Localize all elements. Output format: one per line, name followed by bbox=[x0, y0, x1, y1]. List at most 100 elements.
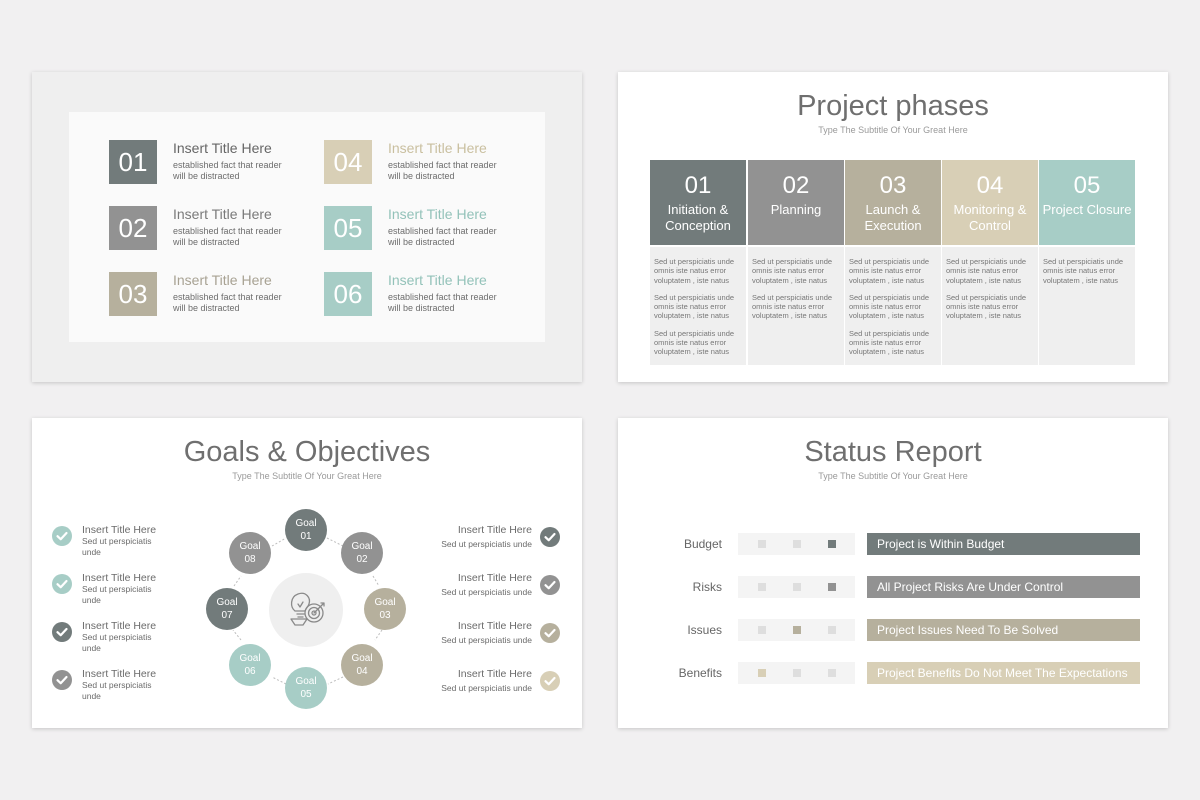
phase-label: Initiation & Conception bbox=[665, 202, 731, 233]
status-indicator-track bbox=[738, 619, 855, 641]
phase-number: 04 bbox=[976, 172, 1004, 199]
item-title: Insert Title Here bbox=[388, 140, 487, 156]
status-indicator-track bbox=[738, 533, 855, 555]
item-desc: established fact that reader will be dis… bbox=[388, 160, 497, 181]
goal-node-03[interactable]: Goal 03 bbox=[364, 588, 406, 630]
goal-node-07[interactable]: Goal 07 bbox=[206, 588, 248, 630]
slide-goals-objectives[interactable]: Goals & Objectives Type The Subtitle Of … bbox=[32, 418, 582, 728]
phase-body-03: Sed ut perspiciatis unde omnis iste natu… bbox=[845, 247, 941, 365]
item-title: Insert Title Here bbox=[173, 206, 272, 222]
goal-node-01[interactable]: Goal 01 bbox=[285, 509, 327, 551]
goal-node-04[interactable]: Goal 04 bbox=[341, 644, 383, 686]
goal-node-06[interactable]: Goal 06 bbox=[229, 644, 271, 686]
phase-number: 02 bbox=[782, 172, 810, 199]
phase-text: Sed ut perspiciatis unde omnis iste natu… bbox=[752, 292, 833, 321]
phase-text: Sed ut perspiciatis unde omnis iste natu… bbox=[849, 328, 930, 357]
phase-text: Sed ut perspiciatis unde omnis iste natu… bbox=[654, 257, 735, 285]
goal-node-02[interactable]: Goal 02 bbox=[341, 532, 383, 574]
phase-header-01[interactable]: 01 Initiation & Conception bbox=[650, 160, 746, 245]
status-bar: Project is Within Budget bbox=[867, 533, 1140, 555]
status-dot bbox=[758, 540, 766, 548]
slide-title: Project phases bbox=[797, 90, 989, 122]
goal-node-08[interactable]: Goal 08 bbox=[229, 532, 271, 574]
item-desc: established fact that reader will be dis… bbox=[173, 160, 282, 181]
phase-text: Sed ut perspiciatis unde omnis iste natu… bbox=[752, 257, 833, 285]
status-dot bbox=[828, 626, 836, 634]
phase-text: Sed ut perspiciatis unde omnis iste natu… bbox=[654, 328, 735, 357]
status-row-risks[interactable]: Risks All Project Risks Are Under Contro… bbox=[618, 576, 1168, 598]
phase-body-04: Sed ut perspiciatis unde omnis iste natu… bbox=[942, 247, 1038, 365]
phase-label: Planning bbox=[770, 202, 822, 217]
phase-header-04[interactable]: 04 Monitoring & Control bbox=[942, 160, 1038, 245]
status-dot bbox=[793, 669, 801, 677]
goal-number: 06 bbox=[244, 666, 256, 677]
status-dot-active bbox=[758, 669, 766, 677]
goal-number: 04 bbox=[356, 666, 368, 677]
numbered-list-card: 01 Insert Title Here established fact th… bbox=[69, 112, 545, 342]
status-dot-active bbox=[793, 626, 801, 634]
phase-header-02[interactable]: 02 Planning bbox=[748, 160, 844, 245]
status-dot bbox=[793, 540, 801, 548]
phase-text: Sed ut perspiciatis unde omnis iste natu… bbox=[946, 257, 1027, 285]
phase-header-03[interactable]: 03 Launch & Execution bbox=[845, 160, 941, 245]
status-dot bbox=[828, 669, 836, 677]
status-bar: All Project Risks Are Under Control bbox=[867, 576, 1140, 598]
slide-numbered-list[interactable]: 01 Insert Title Here established fact th… bbox=[32, 72, 582, 382]
status-bar: Project Issues Need To Be Solved bbox=[867, 619, 1140, 641]
phase-body-01: Sed ut perspiciatis unde omnis iste natu… bbox=[650, 247, 746, 365]
status-dot-active bbox=[828, 540, 836, 548]
lightbulb-target-icon bbox=[290, 592, 325, 626]
goal-number: 05 bbox=[300, 689, 312, 700]
status-dot bbox=[758, 626, 766, 634]
number-badge: 06 bbox=[324, 272, 372, 316]
item-desc: established fact that reader will be dis… bbox=[388, 292, 497, 313]
slide-title: Status Report bbox=[804, 436, 982, 468]
goal-number: 07 bbox=[221, 610, 233, 621]
phase-label: Monitoring & Control bbox=[953, 202, 1027, 233]
status-label: Risks bbox=[692, 580, 722, 594]
phase-text: Sed ut perspiciatis unde omnis iste natu… bbox=[946, 292, 1027, 321]
slide-status-report[interactable]: Status Report Type The Subtitle Of Your … bbox=[618, 418, 1168, 728]
status-row-budget[interactable]: Budget Project is Within Budget bbox=[618, 533, 1168, 555]
status-row-benefits[interactable]: Benefits Project Benefits Do Not Meet Th… bbox=[618, 662, 1168, 684]
number-badge: 02 bbox=[109, 206, 157, 250]
item-desc: established fact that reader will be dis… bbox=[173, 226, 282, 247]
phase-number: 05 bbox=[1073, 172, 1101, 199]
goal-number: 01 bbox=[300, 531, 312, 542]
phase-number: 03 bbox=[879, 172, 907, 199]
goal-word: Goal bbox=[374, 597, 396, 608]
status-label: Budget bbox=[683, 537, 722, 551]
goal-node-05[interactable]: Goal 05 bbox=[285, 667, 327, 709]
phase-text: Sed ut perspiciatis unde omnis iste natu… bbox=[654, 292, 735, 321]
phase-number: 01 bbox=[684, 172, 712, 199]
item-desc: established fact that reader will be dis… bbox=[388, 226, 497, 247]
phase-text: Sed ut perspiciatis unde omnis iste natu… bbox=[1043, 257, 1124, 285]
goal-word: Goal bbox=[351, 653, 373, 664]
goal-number: 03 bbox=[379, 610, 391, 621]
goal-word: Goal bbox=[295, 676, 317, 687]
status-row-issues[interactable]: Issues Project Issues Need To Be Solved bbox=[618, 619, 1168, 641]
phase-label: Launch & Execution bbox=[864, 202, 922, 233]
goal-word: Goal bbox=[295, 518, 317, 529]
goal-word: Goal bbox=[351, 541, 373, 552]
item-title: Insert Title Here bbox=[173, 140, 272, 156]
number-badge: 05 bbox=[324, 206, 372, 250]
slide-project-phases[interactable]: Project phases Type The Subtitle Of Your… bbox=[618, 72, 1168, 382]
status-label: Issues bbox=[687, 623, 722, 637]
phase-text: Sed ut perspiciatis unde omnis iste natu… bbox=[849, 257, 930, 285]
status-indicator-track bbox=[738, 576, 855, 598]
phase-body-02: Sed ut perspiciatis unde omnis iste natu… bbox=[748, 247, 844, 365]
item-title: Insert Title Here bbox=[388, 272, 487, 288]
phase-header-05[interactable]: 05 Project Closure bbox=[1039, 160, 1135, 245]
status-label: Benefits bbox=[678, 666, 722, 680]
phase-text: Sed ut perspiciatis unde omnis iste natu… bbox=[849, 292, 930, 321]
status-dot-active bbox=[828, 583, 836, 591]
goal-number: 02 bbox=[356, 554, 368, 565]
slide-subtitle: Type The Subtitle Of Your Great Here bbox=[818, 471, 968, 481]
item-title: Insert Title Here bbox=[173, 272, 272, 288]
slide-subtitle: Type The Subtitle Of Your Great Here bbox=[818, 125, 968, 135]
status-bar: Project Benefits Do Not Meet The Expecta… bbox=[867, 662, 1140, 684]
status-dot bbox=[793, 583, 801, 591]
goal-word: Goal bbox=[239, 541, 261, 552]
phase-label: Project Closure bbox=[1042, 202, 1132, 217]
